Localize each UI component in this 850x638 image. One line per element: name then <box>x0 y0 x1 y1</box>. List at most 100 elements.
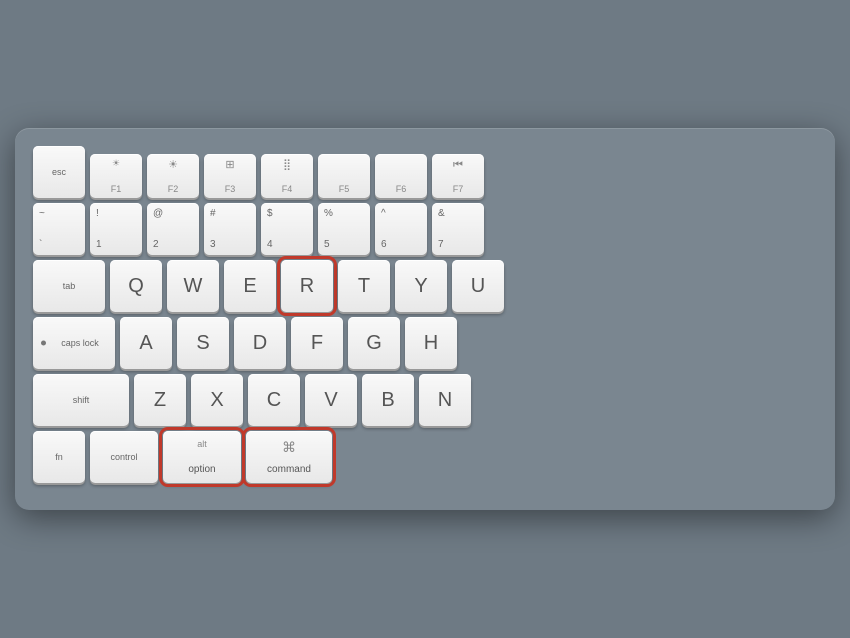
shift-label: shift <box>73 395 90 406</box>
key-n[interactable]: N <box>419 374 471 426</box>
u-label: U <box>471 275 485 298</box>
r-label: R <box>300 275 314 298</box>
v-label: V <box>324 389 337 412</box>
key-command[interactable]: ⌘ command <box>246 431 332 483</box>
key7-top: & <box>438 208 445 219</box>
tilde-top: ~ <box>39 208 45 219</box>
f3-label: F3 <box>225 184 236 194</box>
key4-top: $ <box>267 208 273 219</box>
key-capslock[interactable]: caps lock <box>33 317 115 369</box>
option-bottom-label: option <box>188 464 215 475</box>
key6-bottom: 6 <box>381 239 387 250</box>
key-option[interactable]: alt option <box>163 431 241 483</box>
x-label: X <box>210 389 223 412</box>
f2-icon: ☀ <box>168 159 178 171</box>
key-f4[interactable]: ⣿ F4 <box>261 154 313 198</box>
key-control[interactable]: control <box>90 431 158 483</box>
capslock-label: caps lock <box>49 338 99 349</box>
f7-icon: ⏮ <box>453 159 463 171</box>
key3-bottom: 3 <box>210 239 216 250</box>
qwerty-row: tab Q W E R T Y U <box>33 260 817 312</box>
n-label: N <box>438 389 452 412</box>
key-b[interactable]: B <box>362 374 414 426</box>
y-label: Y <box>414 275 427 298</box>
key-c[interactable]: C <box>248 374 300 426</box>
command-bottom-label: command <box>267 464 311 475</box>
key-f7[interactable]: ⏮ F7 <box>432 154 484 198</box>
key-fn[interactable]: fn <box>33 431 85 483</box>
key1-top: ! <box>96 208 99 219</box>
key-2[interactable]: @ 2 <box>147 203 199 255</box>
tilde-bottom: ` <box>39 239 42 250</box>
esc-label: esc <box>52 167 66 178</box>
h-label: H <box>424 332 438 355</box>
key-y[interactable]: Y <box>395 260 447 312</box>
f4-icon: ⣿ <box>283 159 291 171</box>
control-label: control <box>110 452 137 463</box>
key-t[interactable]: T <box>338 260 390 312</box>
key1-bottom: 1 <box>96 239 102 250</box>
key-v[interactable]: V <box>305 374 357 426</box>
f7-label: F7 <box>453 184 464 194</box>
e-label: E <box>243 275 256 298</box>
t-label: T <box>358 275 370 298</box>
command-icon: ⌘ <box>282 439 296 456</box>
c-label: C <box>267 389 281 412</box>
key-esc[interactable]: esc <box>33 146 85 198</box>
key5-top: % <box>324 208 333 219</box>
key-f2[interactable]: ☀ F2 <box>147 154 199 198</box>
key-f1[interactable]: ☀ F1 <box>90 154 142 198</box>
key4-bottom: 4 <box>267 239 273 250</box>
key-h[interactable]: H <box>405 317 457 369</box>
key-6[interactable]: ^ 6 <box>375 203 427 255</box>
key-f3[interactable]: ⊞ F3 <box>204 154 256 198</box>
f2-label: F2 <box>168 184 179 194</box>
number-row: ~ ` ! 1 @ 2 # 3 $ 4 % 5 ^ 6 & 7 <box>33 203 817 255</box>
bottom-row: fn control alt option ⌘ command <box>33 431 817 483</box>
keyboard: esc ☀ F1 ☀ F2 ⊞ F3 ⣿ F4 F5 F6 ⏮ F7 <box>15 128 835 510</box>
f6-label: F6 <box>396 184 407 194</box>
key-z[interactable]: Z <box>134 374 186 426</box>
f4-label: F4 <box>282 184 293 194</box>
key-u[interactable]: U <box>452 260 504 312</box>
f1-icon: ☀ <box>112 159 120 169</box>
key-3[interactable]: # 3 <box>204 203 256 255</box>
key-a[interactable]: A <box>120 317 172 369</box>
f1-label: F1 <box>111 184 122 194</box>
key-7[interactable]: & 7 <box>432 203 484 255</box>
key-f[interactable]: F <box>291 317 343 369</box>
w-label: W <box>184 275 203 298</box>
b-label: B <box>381 389 394 412</box>
key7-bottom: 7 <box>438 239 444 250</box>
f5-label: F5 <box>339 184 350 194</box>
fn-label: fn <box>55 452 63 463</box>
key-4[interactable]: $ 4 <box>261 203 313 255</box>
f3-icon: ⊞ <box>225 159 234 171</box>
key2-bottom: 2 <box>153 239 159 250</box>
key-d[interactable]: D <box>234 317 286 369</box>
key-s[interactable]: S <box>177 317 229 369</box>
key-tab[interactable]: tab <box>33 260 105 312</box>
key-q[interactable]: Q <box>110 260 162 312</box>
q-label: Q <box>128 275 144 298</box>
key-1[interactable]: ! 1 <box>90 203 142 255</box>
option-top-label: alt <box>197 439 207 449</box>
key-tilde[interactable]: ~ ` <box>33 203 85 255</box>
tab-label: tab <box>63 281 76 292</box>
key-x[interactable]: X <box>191 374 243 426</box>
key-shift[interactable]: shift <box>33 374 129 426</box>
d-label: D <box>253 332 267 355</box>
key-e[interactable]: E <box>224 260 276 312</box>
key5-bottom: 5 <box>324 239 330 250</box>
z-label: Z <box>154 389 166 412</box>
key-w[interactable]: W <box>167 260 219 312</box>
s-label: S <box>196 332 209 355</box>
key3-top: # <box>210 208 216 219</box>
asdf-row: caps lock A S D F G H <box>33 317 817 369</box>
key-f6[interactable]: F6 <box>375 154 427 198</box>
key-f5[interactable]: F5 <box>318 154 370 198</box>
key-5[interactable]: % 5 <box>318 203 370 255</box>
key-g[interactable]: G <box>348 317 400 369</box>
key6-top: ^ <box>381 208 386 219</box>
key-r[interactable]: R <box>281 260 333 312</box>
